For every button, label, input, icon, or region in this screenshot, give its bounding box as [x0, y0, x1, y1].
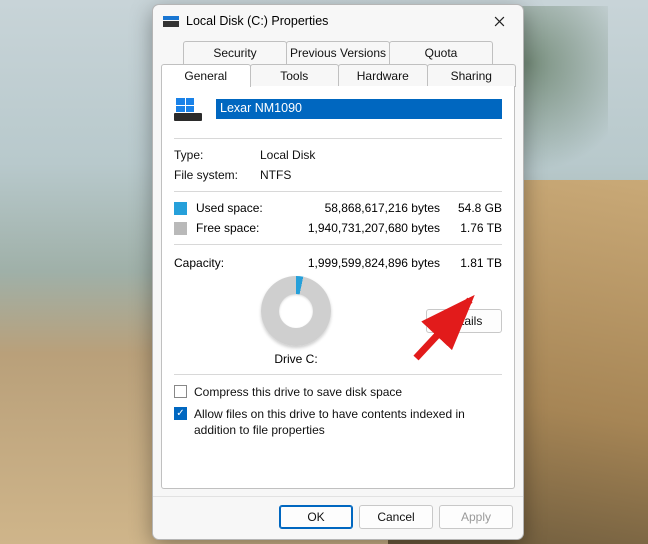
drive-icon — [163, 16, 179, 27]
capacity-readable: 1.81 TB — [446, 256, 502, 270]
tab-tools[interactable]: Tools — [250, 64, 340, 87]
filesystem-label: File system: — [174, 168, 260, 182]
general-panel: Type:Local Disk File system:NTFS Used sp… — [161, 86, 515, 489]
type-value: Local Disk — [260, 148, 315, 162]
free-bytes: 1,940,731,207,680 bytes — [268, 221, 446, 235]
used-readable: 54.8 GB — [446, 201, 502, 215]
used-bytes: 58,868,617,216 bytes — [268, 201, 446, 215]
compress-label: Compress this drive to save disk space — [194, 384, 502, 400]
compress-checkbox[interactable] — [174, 385, 187, 398]
free-readable: 1.76 TB — [446, 221, 502, 235]
free-swatch-icon — [174, 222, 187, 235]
drive-label: Drive C: — [274, 352, 317, 366]
cancel-button[interactable]: Cancel — [359, 505, 433, 529]
tabs: Security Previous Versions Quota General… — [153, 37, 523, 87]
used-label: Used space: — [196, 201, 268, 215]
dialog-buttons: OK Cancel Apply — [153, 496, 523, 539]
details-button[interactable]: Details — [426, 309, 502, 333]
titlebar[interactable]: Local Disk (C:) Properties — [153, 5, 523, 37]
index-label: Allow files on this drive to have conten… — [194, 406, 502, 438]
type-label: Type: — [174, 148, 260, 162]
capacity-label: Capacity: — [174, 256, 268, 270]
window-title: Local Disk (C:) Properties — [186, 14, 481, 28]
filesystem-value: NTFS — [260, 168, 291, 182]
tab-hardware[interactable]: Hardware — [338, 64, 428, 87]
tab-sharing[interactable]: Sharing — [427, 64, 517, 87]
index-checkbox[interactable]: ✓ — [174, 407, 187, 420]
apply-button[interactable]: Apply — [439, 505, 513, 529]
tab-general[interactable]: General — [161, 64, 251, 87]
ok-button[interactable]: OK — [279, 505, 353, 529]
usage-pie-chart — [261, 276, 331, 346]
tab-previous-versions[interactable]: Previous Versions — [286, 41, 390, 64]
used-swatch-icon — [174, 202, 187, 215]
volume-name-input[interactable] — [216, 99, 502, 119]
close-button[interactable] — [481, 8, 517, 34]
drive-large-icon — [174, 98, 202, 122]
properties-dialog: Local Disk (C:) Properties Security Prev… — [152, 4, 524, 540]
free-label: Free space: — [196, 221, 268, 235]
capacity-bytes: 1,999,599,824,896 bytes — [268, 256, 446, 270]
tab-quota[interactable]: Quota — [389, 41, 493, 64]
close-icon — [494, 16, 505, 27]
tab-security[interactable]: Security — [183, 41, 287, 64]
